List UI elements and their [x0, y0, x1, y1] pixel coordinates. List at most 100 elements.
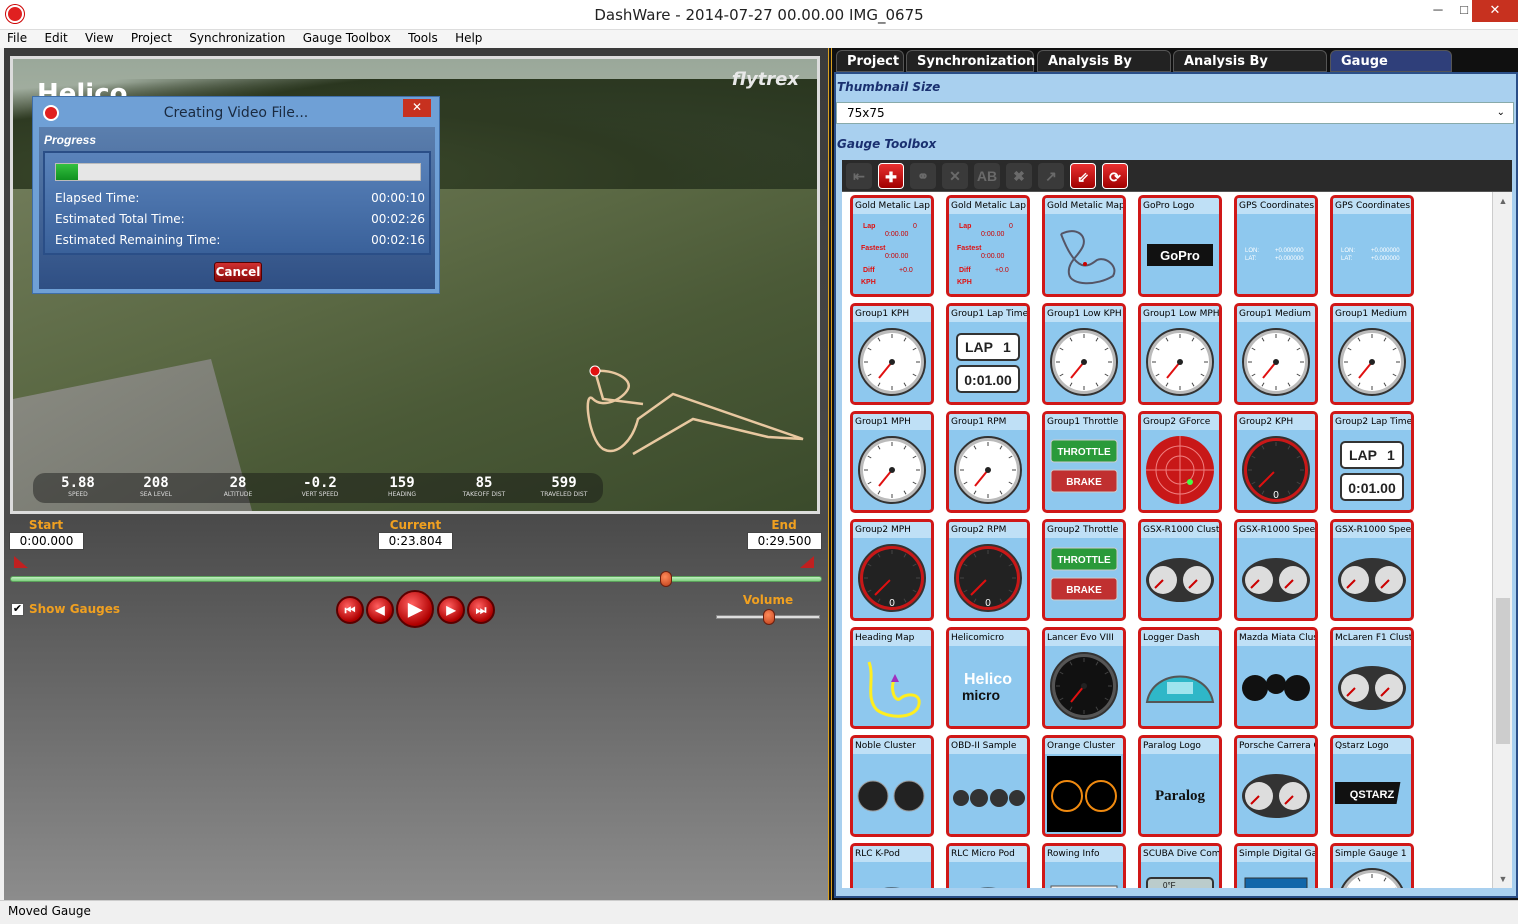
- gauge-card[interactable]: Group1 MPH: [850, 411, 934, 513]
- gauge-card[interactable]: SCUBA Dive Computer 0°F: [1138, 843, 1222, 888]
- timeline-thumb[interactable]: [660, 571, 673, 587]
- tab-analysis-by-position[interactable]: Analysis By Position: [1173, 50, 1327, 91]
- end-marker[interactable]: [800, 556, 814, 568]
- menu-edit[interactable]: Edit: [37, 30, 74, 45]
- dialog-close-button[interactable]: ✕: [403, 99, 431, 117]
- gauge-card[interactable]: Gold Metalic Map: [1042, 195, 1126, 297]
- step-back-button[interactable]: ◀: [366, 596, 394, 624]
- menu-gauge-toolbox[interactable]: Gauge Toolbox: [296, 30, 398, 45]
- gauge-card[interactable]: GSX-R1000 Cluster: [1138, 519, 1222, 621]
- gauge-thumbnail: Lap 00:00.00Fastest0:00.00Diff +0.0KPH: [951, 216, 1025, 292]
- start-time-field[interactable]: 0:00.000: [9, 532, 84, 550]
- link-icon: ⚭: [917, 168, 929, 184]
- import-button[interactable]: ⇤: [846, 163, 872, 189]
- skip-end-button[interactable]: ⏭: [467, 596, 495, 624]
- gauge-card[interactable]: GPS Coordinates LON: +0.000000 LAT: +0.00000…: [1330, 195, 1414, 297]
- end-time-field[interactable]: 0:29.500: [747, 532, 822, 550]
- tools-button[interactable]: ✕: [942, 163, 968, 189]
- import-gauge-button[interactable]: ⇙: [1070, 163, 1096, 189]
- scroll-thumb[interactable]: [1496, 598, 1510, 744]
- start-marker[interactable]: [14, 556, 28, 568]
- gauge-card[interactable]: Orange Cluster: [1042, 735, 1126, 837]
- menu-project[interactable]: Project: [124, 30, 179, 45]
- gauge-card[interactable]: Group2 Throttle THROTTLE BRAKE: [1042, 519, 1126, 621]
- gauge-card[interactable]: Gold Metalic Lap Lap 0 0:00.00 Fastest 0:00.0…: [946, 195, 1030, 297]
- gauge-card[interactable]: Group1 Medium: [1330, 303, 1414, 405]
- gauge-card[interactable]: Qstarz Logo QSTARZ: [1330, 735, 1414, 837]
- gauge-card[interactable]: GoPro Logo GoPro: [1138, 195, 1222, 297]
- gauge-card[interactable]: Group2 KPH 0: [1234, 411, 1318, 513]
- gauge-card[interactable]: McLaren F1 Cluster: [1330, 627, 1414, 729]
- gauge-card[interactable]: Noble Cluster: [850, 735, 934, 837]
- gauge-thumbnail: 0: [858, 544, 926, 612]
- close-button[interactable]: ✕: [1472, 0, 1518, 22]
- tab-synchronization[interactable]: Synchronization: [906, 50, 1035, 72]
- gauge-card[interactable]: Group2 Lap Time LAP 1 0:01.00: [1330, 411, 1414, 513]
- volume-slider[interactable]: [716, 609, 820, 625]
- menu-view[interactable]: View: [78, 30, 120, 45]
- gauge-card[interactable]: Group1 Low MPH: [1138, 303, 1222, 405]
- gauge-card[interactable]: Simple Digital Gauge: [1234, 843, 1318, 888]
- tab-analysis-by-time[interactable]: Analysis By Time: [1037, 50, 1171, 91]
- export-button[interactable]: ↗: [1038, 163, 1064, 189]
- tab-gauge-toolbox[interactable]: Gauge Toolbox: [1330, 50, 1452, 91]
- show-gauges-checkbox[interactable]: ✔: [11, 603, 24, 616]
- gauge-card[interactable]: RLC K-Pod: [850, 843, 934, 888]
- gauge-card-title: Orange Cluster: [1045, 738, 1123, 754]
- scroll-down-icon[interactable]: ▼: [1493, 874, 1513, 884]
- gauge-card[interactable]: Gold Metalic Lap Lap 0 0:00.00 Fastest 0:00.0…: [850, 195, 934, 297]
- gauge-card[interactable]: Group1 KPH: [850, 303, 934, 405]
- cancel-button[interactable]: Cancel: [214, 262, 262, 282]
- gauge-card[interactable]: Group2 RPM 0: [946, 519, 1030, 621]
- end-label: End: [771, 518, 797, 532]
- menu-tools[interactable]: Tools: [401, 30, 445, 45]
- thumb-text: Diff: [863, 267, 875, 274]
- gauge-card[interactable]: Group1 Low KPH: [1042, 303, 1126, 405]
- gauge-card[interactable]: Porsche Carrera GT: [1234, 735, 1318, 837]
- timeline-slider[interactable]: [10, 571, 822, 587]
- gauge-card[interactable]: GSX-R1000 Speedo: [1234, 519, 1318, 621]
- gauge-card[interactable]: Lancer Evo VIII: [1042, 627, 1126, 729]
- import-gauge-icon: ⇙: [1077, 169, 1089, 185]
- link-button[interactable]: ⚭: [910, 163, 936, 189]
- gauge-card[interactable]: Simple Gauge 1: [1330, 843, 1414, 888]
- gauge-card[interactable]: Group1 Medium: [1234, 303, 1318, 405]
- gauge-thumbnail: [1146, 328, 1214, 396]
- gauge-card[interactable]: GSX-R1000 Speedo: [1330, 519, 1414, 621]
- refresh-button[interactable]: ⟳: [1102, 163, 1128, 189]
- gauge-thumbnail: [1050, 328, 1118, 396]
- gauge-card[interactable]: Group1 Lap Time LAP 1 0:01.00: [946, 303, 1030, 405]
- gauge-card[interactable]: Heading Map: [850, 627, 934, 729]
- thumb-text: +0.0: [995, 267, 1009, 274]
- menu-help[interactable]: Help: [448, 30, 489, 45]
- gauge-card[interactable]: Group1 Throttle THROTTLE BRAKE: [1042, 411, 1126, 513]
- gauge-card[interactable]: Group2 GForce: [1138, 411, 1222, 513]
- gauge-card[interactable]: OBD-II Sample: [946, 735, 1030, 837]
- menu-file[interactable]: File: [0, 30, 34, 45]
- progress-bar-fill: [56, 164, 78, 180]
- gauge-grid-scrollbar[interactable]: ▲ ▼: [1492, 192, 1512, 888]
- menu-synchronization[interactable]: Synchronization: [182, 30, 292, 45]
- gauge-card[interactable]: GPS Coordinates LON: +0.000000 LAT: +0.00000…: [1234, 195, 1318, 297]
- gauge-card[interactable]: Paralog Logo Paralog: [1138, 735, 1222, 837]
- gauge-card[interactable]: RLC Micro Pod: [946, 843, 1030, 888]
- hud-traveled-dist: 599 TRAVELED DIST: [540, 475, 588, 498]
- thumbnail-size-select[interactable]: 75x75 ⌄: [836, 102, 1514, 124]
- gauge-card[interactable]: Helicomicro Helico micro: [946, 627, 1030, 729]
- add-button[interactable]: ✚: [878, 163, 904, 189]
- gauge-card[interactable]: Mazda Miata Cluster: [1234, 627, 1318, 729]
- gauge-card[interactable]: Rowing Info: [1042, 843, 1126, 888]
- step-forward-button[interactable]: ▶: [437, 596, 465, 624]
- play-button[interactable]: ▶: [396, 590, 434, 628]
- current-time-field[interactable]: 0:23.804: [378, 532, 453, 550]
- tab-project[interactable]: Project: [836, 50, 904, 72]
- delete-button[interactable]: ✖: [1006, 163, 1032, 189]
- gauge-card[interactable]: Logger Dash: [1138, 627, 1222, 729]
- gauge-card[interactable]: Group2 MPH 0: [850, 519, 934, 621]
- rename-button[interactable]: AB: [974, 163, 1000, 189]
- skip-start-button[interactable]: ⏮: [336, 596, 364, 624]
- gauge-card-title: Lancer Evo VIII: [1045, 630, 1123, 646]
- scroll-up-icon[interactable]: ▲: [1493, 196, 1513, 206]
- gauge-card[interactable]: Group1 RPM: [946, 411, 1030, 513]
- volume-thumb[interactable]: [763, 609, 775, 625]
